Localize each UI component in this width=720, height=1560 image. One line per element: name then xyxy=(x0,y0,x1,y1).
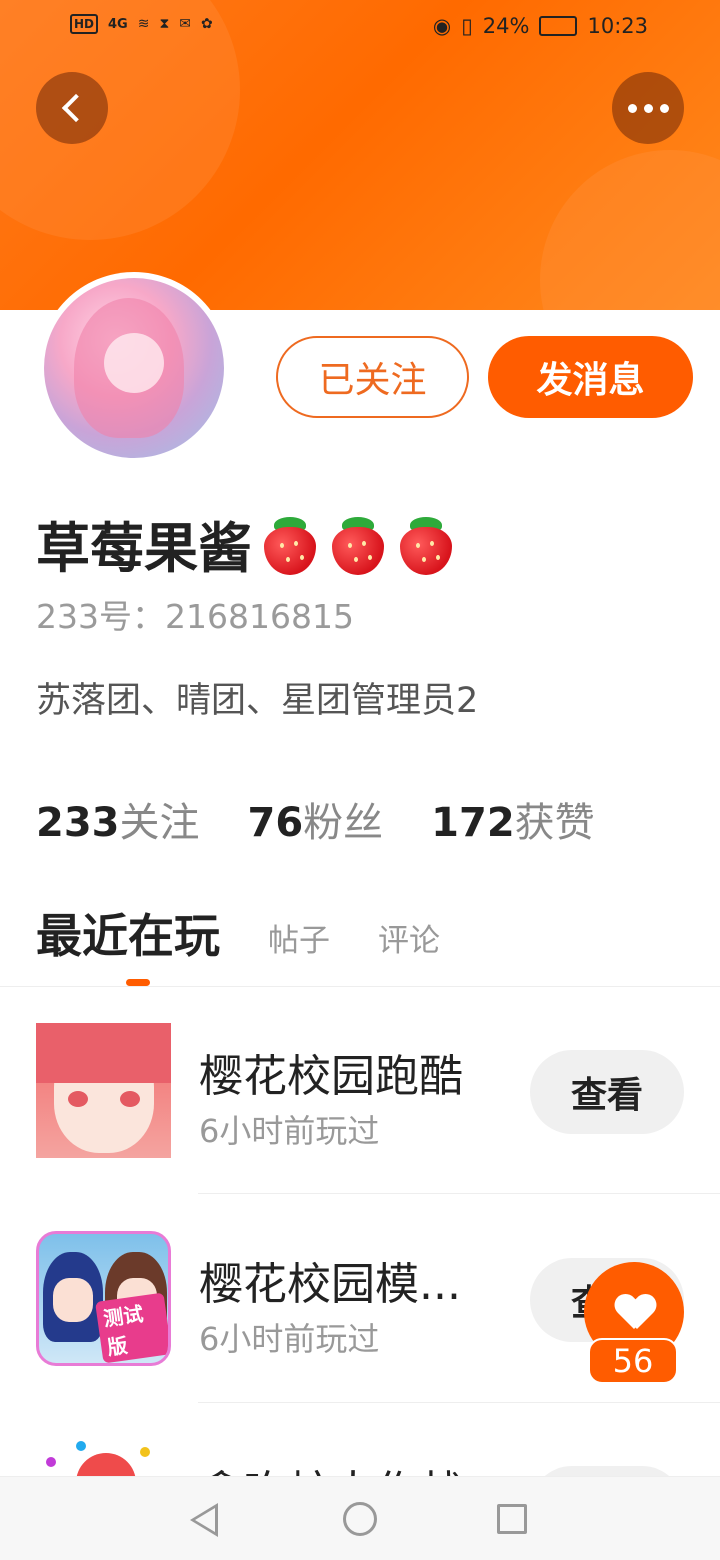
hourglass-icon: ⧗ xyxy=(159,16,170,32)
list-item[interactable]: 樱花校园跑酷 6小时前玩过 查看 xyxy=(0,1000,720,1208)
beta-badge: 测试版 xyxy=(95,1292,168,1363)
divider xyxy=(198,1193,720,1194)
signal-icon: 4G xyxy=(108,16,128,32)
avatar-image xyxy=(44,278,224,458)
game-name: 樱花校园跑酷 xyxy=(199,1051,463,1102)
status-bar-right: ◉ ▯ 24% 10:23 xyxy=(433,14,648,38)
likes-count: 172 xyxy=(431,800,515,846)
following-label: 关注 xyxy=(119,800,200,846)
game-name: 樱花校园模... xyxy=(199,1259,461,1310)
likes-label: 获赞 xyxy=(514,800,595,846)
clock: 10:23 xyxy=(587,14,648,38)
fans-label: 粉丝 xyxy=(303,800,384,846)
following-stat[interactable]: 233关注 xyxy=(36,790,200,848)
view-game-button[interactable]: 查看 xyxy=(530,1050,684,1134)
profile-name: 草莓果酱 xyxy=(36,504,456,583)
hd-icon: HD xyxy=(70,14,99,34)
vibrate-icon: ▯ xyxy=(461,14,473,38)
send-message-button[interactable]: 发消息 xyxy=(488,336,693,418)
strawberry-emoji-icon xyxy=(260,513,320,575)
game-last-played: 6小时前玩过 xyxy=(199,1112,380,1150)
nav-back-icon[interactable] xyxy=(190,1503,218,1537)
avatar[interactable] xyxy=(38,272,230,464)
tab-comments[interactable]: 评论 xyxy=(378,915,440,966)
divider xyxy=(198,1402,720,1403)
chevron-left-icon xyxy=(61,93,91,123)
heart-icon xyxy=(615,1295,653,1329)
app-notification-icon: ✿ xyxy=(201,16,213,32)
tab-posts[interactable]: 帖子 xyxy=(268,915,330,966)
wechat-icon: ✉ xyxy=(179,16,192,32)
battery-percent: 24% xyxy=(482,14,530,38)
profile-stats: 233关注 76粉丝 172获赞 xyxy=(36,790,595,848)
strawberry-emoji-icon xyxy=(328,513,388,575)
fans-count: 76 xyxy=(247,800,304,846)
back-button[interactable] xyxy=(36,72,108,144)
user-bio: 苏落团、晴团、星团管理员2 xyxy=(36,681,479,721)
likes-stat[interactable]: 172获赞 xyxy=(431,790,595,848)
more-options-button[interactable] xyxy=(612,72,684,144)
system-navigation-bar xyxy=(0,1476,720,1560)
header-decoration xyxy=(540,150,720,310)
fans-stat[interactable]: 76粉丝 xyxy=(248,790,384,848)
game-last-played: 6小时前玩过 xyxy=(199,1320,380,1358)
nav-recents-icon[interactable] xyxy=(497,1504,527,1534)
strawberry-emoji-icon xyxy=(396,513,456,575)
battery-icon xyxy=(539,16,578,36)
divider xyxy=(0,986,720,987)
user-id: 233号：216816815 xyxy=(36,597,354,636)
profile-tabs: 最近在玩 帖子 评论 xyxy=(36,900,440,966)
following-count: 233 xyxy=(36,800,120,846)
game-icon: 测试版 xyxy=(36,1231,171,1366)
active-tab-indicator xyxy=(126,979,150,986)
nav-home-icon[interactable] xyxy=(343,1502,377,1536)
game-icon xyxy=(36,1023,171,1158)
status-bar: HD 4G ≋ ⧗ ✉ ✿ ◉ ▯ 24% 10:23 xyxy=(0,0,720,56)
following-button[interactable]: 已关注 xyxy=(276,336,469,418)
more-dots-icon xyxy=(627,103,669,113)
status-bar-left: HD 4G ≋ ⧗ ✉ ✿ xyxy=(70,14,213,34)
tab-recently-played[interactable]: 最近在玩 xyxy=(36,900,220,966)
profile-name-text: 草莓果酱 xyxy=(36,517,252,580)
eye-icon: ◉ xyxy=(432,14,452,38)
like-count-badge: 56 xyxy=(588,1338,678,1384)
wifi-icon: ≋ xyxy=(137,16,150,32)
